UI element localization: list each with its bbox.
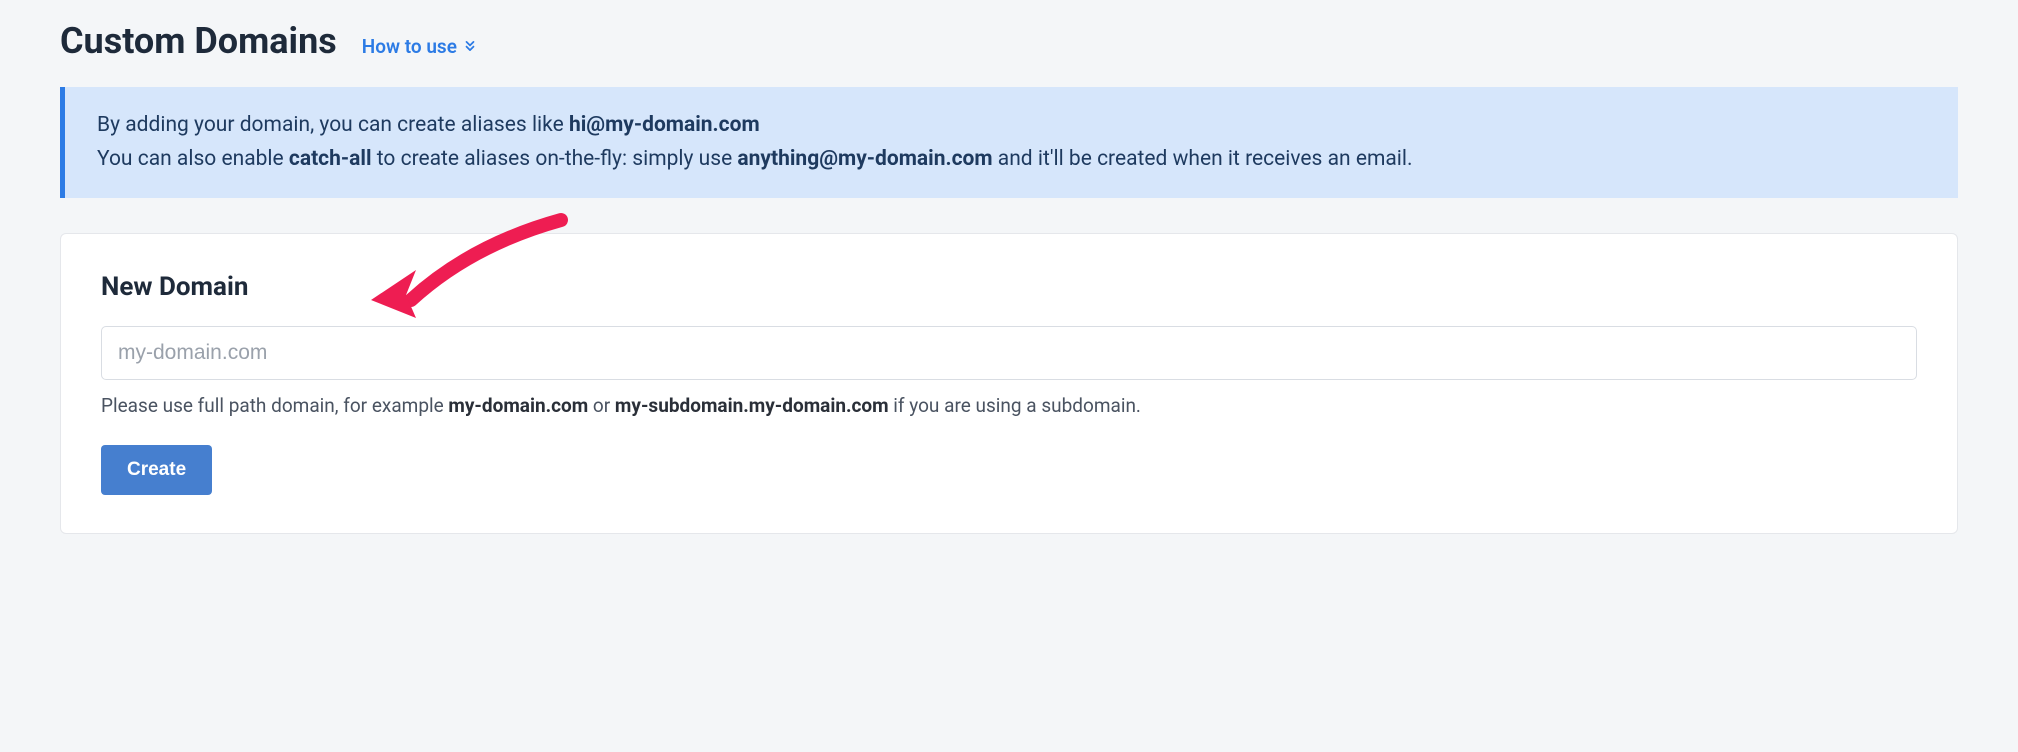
info-text: By adding your domain, you can create al… bbox=[97, 113, 569, 137]
info-bold: catch-all bbox=[289, 147, 372, 171]
how-to-use-link[interactable]: How to use bbox=[362, 35, 477, 58]
create-button[interactable]: Create bbox=[101, 445, 212, 495]
info-line-1: By adding your domain, you can create al… bbox=[97, 109, 1926, 143]
domain-input[interactable] bbox=[101, 326, 1917, 380]
chevron-down-double-icon bbox=[463, 35, 477, 58]
page-title: Custom Domains bbox=[60, 20, 337, 62]
info-bold: anything@my-domain.com bbox=[737, 147, 992, 171]
helper-bold: my-subdomain.my-domain.com bbox=[615, 394, 889, 417]
helper-text: Please use full path domain, for example… bbox=[101, 392, 1917, 421]
info-text: and it'll be created when it receives an… bbox=[993, 147, 1413, 171]
info-text: to create aliases on-the-fly: simply use bbox=[372, 147, 738, 171]
helper-segment: or bbox=[588, 394, 615, 417]
card-title: New Domain bbox=[101, 272, 1917, 302]
helper-segment: Please use full path domain, for example bbox=[101, 394, 448, 417]
page-header: Custom Domains How to use bbox=[60, 20, 1958, 62]
how-to-use-label: How to use bbox=[362, 35, 457, 58]
info-callout: By adding your domain, you can create al… bbox=[60, 87, 1958, 198]
info-line-2: You can also enable catch-all to create … bbox=[97, 143, 1926, 177]
new-domain-card: New Domain Please use full path domain, … bbox=[60, 233, 1958, 534]
arrow-annotation-icon bbox=[361, 210, 581, 330]
info-bold: hi@my-domain.com bbox=[569, 113, 760, 137]
info-text: You can also enable bbox=[97, 147, 289, 171]
helper-segment: if you are using a subdomain. bbox=[889, 394, 1141, 417]
helper-bold: my-domain.com bbox=[448, 394, 588, 417]
